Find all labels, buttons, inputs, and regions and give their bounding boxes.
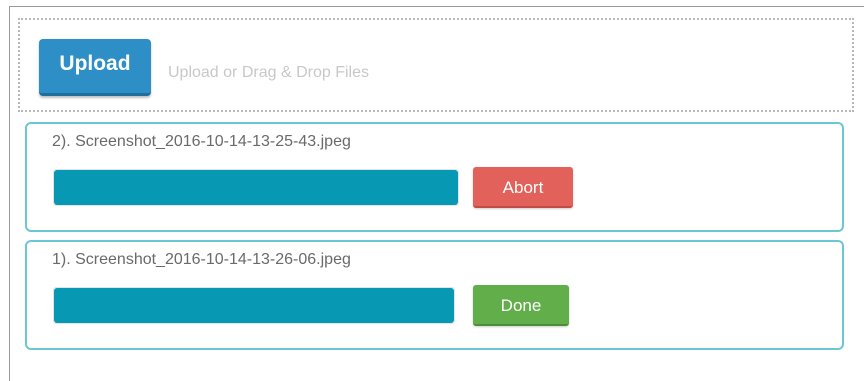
dropzone[interactable]: Upload Upload or Drag & Drop Files bbox=[18, 18, 854, 112]
progress-bar bbox=[53, 169, 459, 206]
abort-button[interactable]: Abort bbox=[473, 167, 573, 208]
upload-button[interactable]: Upload bbox=[39, 39, 151, 96]
progress-fill bbox=[54, 288, 454, 323]
file-name: 1). Screenshot_2016-10-14-13-26-06.jpeg bbox=[52, 251, 351, 268]
done-button[interactable]: Done bbox=[473, 285, 569, 326]
file-item: 1). Screenshot_2016-10-14-13-26-06.jpeg … bbox=[25, 240, 844, 350]
progress-fill bbox=[54, 170, 458, 205]
dropzone-hint: Upload or Drag & Drop Files bbox=[168, 64, 369, 81]
progress-bar bbox=[53, 287, 455, 324]
file-item: 2). Screenshot_2016-10-14-13-25-43.jpeg … bbox=[25, 122, 844, 232]
file-name: 2). Screenshot_2016-10-14-13-25-43.jpeg bbox=[52, 133, 351, 150]
